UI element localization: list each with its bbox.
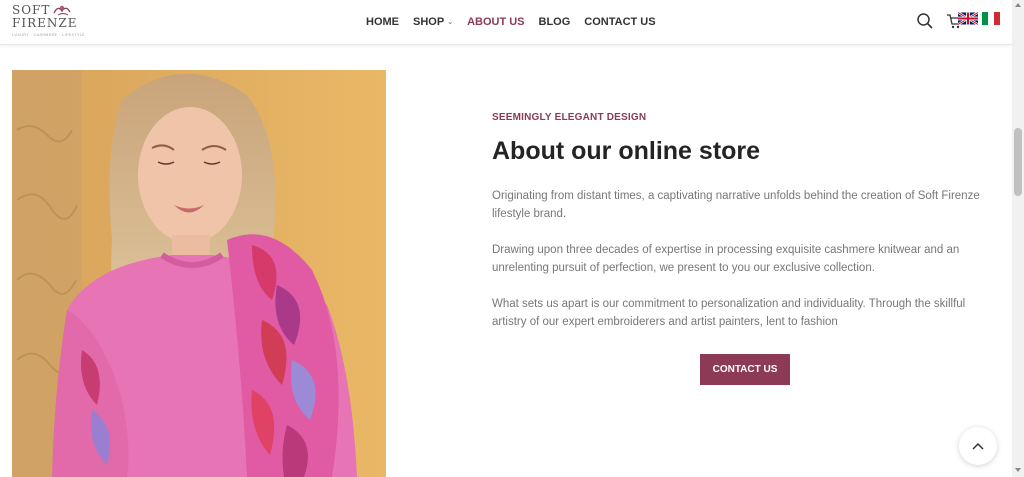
logo-flower-icon <box>53 5 71 16</box>
logo[interactable]: SOFT FIRENZE LUXURY · CASHMERE · LIFESTY… <box>12 2 86 40</box>
nav-home[interactable]: HOME <box>366 16 399 28</box>
italy-flag-icon[interactable] <box>982 12 1000 25</box>
scroll-up-arrow-icon[interactable] <box>1015 3 1021 7</box>
scrollbar[interactable] <box>1012 0 1024 477</box>
hero-photo <box>12 70 386 477</box>
chevron-up-icon <box>972 442 984 450</box>
search-icon[interactable] <box>916 12 934 30</box>
page-title: About our online store <box>492 137 761 165</box>
nav-about-us[interactable]: ABOUT US <box>467 16 524 28</box>
eyebrow-label: SEEMINGLY ELEGANT DESIGN <box>492 112 647 123</box>
scrollbar-thumb[interactable] <box>1014 128 1022 196</box>
nav-contact-us[interactable]: CONTACT US <box>584 16 655 28</box>
logo-line1: SOFT <box>12 3 51 17</box>
logo-tagline: LUXURY · CASHMERE · LIFESTYLE <box>12 33 86 37</box>
contact-us-button[interactable]: CONTACT US <box>700 354 790 385</box>
scroll-to-top-button[interactable] <box>959 427 997 465</box>
logo-line2: FIRENZE <box>12 16 78 30</box>
paragraph-3: What sets us apart is our commitment to … <box>492 298 966 328</box>
nav-shop[interactable]: SHOP ⌄ <box>413 16 453 28</box>
paragraph-1: Originating from distant times, a captiv… <box>492 190 980 220</box>
nav-blog[interactable]: BLOG <box>539 16 571 28</box>
paragraph-2: Drawing upon three decades of expertise … <box>492 244 960 274</box>
site-header: SOFT FIRENZE LUXURY · CASHMERE · LIFESTY… <box>0 0 1012 45</box>
scroll-down-arrow-icon[interactable] <box>1015 468 1021 472</box>
main-nav: HOME SHOP ⌄ ABOUT US BLOG CONTACT US <box>366 0 670 44</box>
chevron-down-icon: ⌄ <box>447 19 454 26</box>
uk-flag-icon[interactable] <box>958 12 978 25</box>
